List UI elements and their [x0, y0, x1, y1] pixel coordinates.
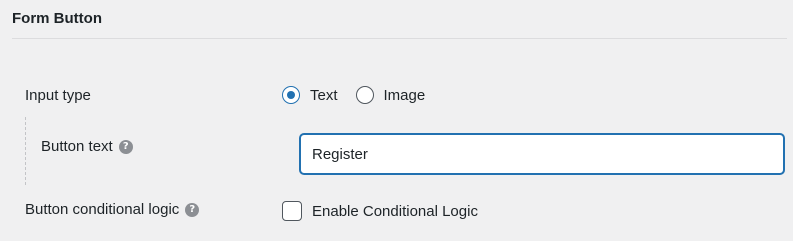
panel-title: Form Button	[12, 10, 102, 27]
conditional-logic-label: Button conditional logic ?	[25, 201, 200, 218]
enable-conditional-logic-label: Enable Conditional Logic	[312, 202, 478, 220]
input-type-label-text: Input type	[25, 87, 91, 104]
button-text-input[interactable]	[300, 134, 784, 174]
question-circle-icon[interactable]: ?	[118, 139, 133, 154]
button-text-label-text: Button text	[41, 138, 113, 155]
radio-text[interactable]	[282, 86, 300, 104]
input-type-radio-group: Text Image	[282, 86, 443, 104]
radio-option-image[interactable]: Image	[355, 86, 426, 104]
nested-guide-line	[25, 117, 26, 185]
button-text-label: Button text ?	[41, 138, 133, 155]
enable-conditional-logic-option[interactable]: Enable Conditional Logic	[282, 201, 478, 221]
radio-text-label: Text	[310, 86, 338, 104]
question-circle-icon[interactable]: ?	[185, 202, 200, 217]
enable-conditional-logic-checkbox[interactable]	[282, 201, 302, 221]
radio-image-label: Image	[383, 86, 426, 104]
input-type-label: Input type	[25, 87, 91, 104]
divider	[12, 38, 787, 39]
radio-image[interactable]	[355, 86, 374, 104]
radio-option-text[interactable]: Text	[282, 86, 338, 104]
conditional-logic-label-text: Button conditional logic	[25, 201, 180, 218]
